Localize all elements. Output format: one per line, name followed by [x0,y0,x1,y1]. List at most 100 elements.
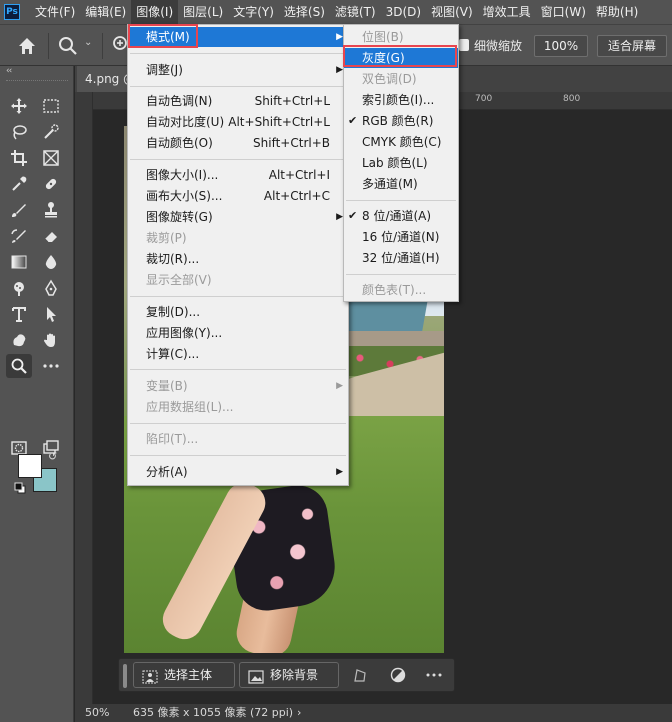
menu-3d[interactable]: 3D(D) [381,0,426,24]
menu-item-duplicate[interactable]: 复制(D)... [128,302,348,322]
adjustment-icon[interactable] [389,666,407,684]
marquee-tool-icon[interactable] [38,94,64,118]
more-options-icon[interactable] [425,666,443,684]
quick-selection-tool-icon[interactable] [38,120,64,144]
frame-tool-icon[interactable] [38,146,64,170]
dodge-tool-icon[interactable] [6,276,32,300]
zoom-percent-button[interactable]: 100% [534,35,588,57]
options-divider [102,33,103,59]
menu-filter[interactable]: 滤镜(T) [330,0,381,24]
submenu-arrow-icon: ▶ [336,65,343,75]
crop-tool-icon[interactable] [6,146,32,170]
photoshop-logo-icon: Ps [4,4,20,20]
menu-item-auto-color[interactable]: 自动颜色(O) Shift+Ctrl+B [128,133,348,153]
path-selection-tool-icon[interactable] [38,302,64,326]
menu-item-label: 图像旋转(G) [146,210,213,224]
type-tool-icon[interactable] [6,302,32,326]
menu-item-trim[interactable]: 裁切(R)... [128,249,348,269]
menu-item-label: 图像大小(I)... [146,168,219,182]
move-tool-icon[interactable] [6,94,32,118]
menu-item-label: 灰度(G) [362,51,405,65]
select-subject-icon [142,668,158,684]
mode-item-lab-color[interactable]: Lab 颜色(L) [344,153,458,173]
zoom-tool-icon[interactable] [6,354,32,378]
clone-stamp-tool-icon[interactable] [38,198,64,222]
menu-item-label: 裁切(R)... [146,252,200,266]
mode-item-8-bit[interactable]: ✔ 8 位/通道(A) [344,206,458,226]
menu-item-image-rotation[interactable]: 图像旋转(G) ▶ [128,207,348,227]
panel-grip[interactable] [6,80,68,83]
spot-healing-tool-icon[interactable] [38,172,64,196]
menu-separator [130,86,346,87]
history-brush-tool-icon[interactable] [6,224,32,248]
menu-item-analysis[interactable]: 分析(A) ▶ [128,462,348,482]
lasso-tool-icon[interactable] [6,120,32,144]
menu-layer[interactable]: 图层(L) [178,0,228,24]
zoom-tool-preset-icon[interactable] [58,35,78,57]
menu-item-auto-contrast[interactable]: 自动对比度(U) Alt+Shift+Ctrl+L [128,112,348,132]
menu-plugins[interactable]: 增效工具 [478,0,536,24]
scrubby-zoom-checkbox[interactable] [459,39,469,51]
menu-item-apply-image[interactable]: 应用图像(Y)... [128,323,348,343]
menu-item-image-size[interactable]: 图像大小(I)... Alt+Ctrl+I [128,165,348,185]
foreground-color-swatch[interactable] [18,454,42,478]
menu-type[interactable]: 文字(Y) [228,0,279,24]
contextual-task-bar: 选择主体 移除背景 [118,658,455,692]
brush-tool-icon[interactable] [6,198,32,222]
status-document-info: 635 像素 x 1055 像素 (72 ppi) [133,706,294,719]
status-bar: 50% 635 像素 x 1055 像素 (72 ppi) › [75,704,672,722]
menu-item-adjustments[interactable]: 调整(J) ▶ [128,60,348,80]
status-zoom-level[interactable]: 50% [85,704,109,722]
menu-separator [346,200,456,201]
custom-shape-tool-icon[interactable] [6,328,32,352]
menu-item-calculations[interactable]: 计算(C)... [128,344,348,364]
blur-tool-icon[interactable] [38,250,64,274]
mode-submenu: 位图(B) 灰度(G) 双色调(D) 索引颜色(I)... ✔ RGB 颜色(R… [343,24,459,302]
menu-item-auto-tone[interactable]: 自动色调(N) Shift+Ctrl+L [128,91,348,111]
fit-screen-button[interactable]: 适合屏幕 [597,35,667,57]
menu-separator [130,455,346,456]
menu-item-label: 应用图像(Y)... [146,326,223,340]
mode-item-indexed-color[interactable]: 索引颜色(I)... [344,90,458,110]
mode-item-32-bit[interactable]: 32 位/通道(H) [344,248,458,268]
menu-item-canvas-size[interactable]: 画布大小(S)... Alt+Ctrl+C [128,186,348,206]
mode-item-16-bit[interactable]: 16 位/通道(N) [344,227,458,247]
menu-item-label: 位图(B) [362,30,404,44]
home-icon[interactable] [14,34,40,58]
menu-item-label: RGB 颜色(R) [362,114,434,128]
eyedropper-tool-icon[interactable] [6,172,32,196]
menu-item-label: 变量(B) [146,379,188,393]
remove-background-label: 移除背景 [270,668,319,682]
menu-image[interactable]: 图像(I) [131,0,179,24]
more-tools-icon[interactable] [38,354,64,378]
menu-select[interactable]: 选择(S) [279,0,330,24]
menu-item-shortcut: Alt+Ctrl+I [268,168,330,182]
default-colors-icon[interactable] [14,482,26,494]
eraser-tool-icon[interactable] [38,224,64,248]
menu-item-label: 多通道(M) [362,177,418,191]
menu-item-crop: 裁剪(P) [128,228,348,248]
status-info-arrow[interactable]: › [297,704,301,722]
pen-tool-icon[interactable] [38,276,64,300]
menu-item-label: Lab 颜色(L) [362,156,428,170]
menu-file[interactable]: 文件(F) [30,0,80,24]
menu-item-mode[interactable]: 模式(M) ▶ [128,27,348,47]
taskbar-grip[interactable] [123,664,127,688]
gradient-tool-icon[interactable] [6,250,32,274]
menu-item-shortcut: Shift+Ctrl+B [253,136,330,150]
menu-item-label: 复制(D)... [146,305,201,319]
menu-view[interactable]: 视图(V) [426,0,478,24]
chevron-down-icon[interactable]: ⌄ [84,37,92,48]
mode-item-grayscale[interactable]: 灰度(G) [344,48,458,68]
mode-item-multichannel[interactable]: 多通道(M) [344,174,458,194]
hand-tool-icon[interactable] [38,328,64,352]
transform-icon[interactable] [351,666,369,684]
menu-edit[interactable]: 编辑(E) [80,0,131,24]
mode-item-rgb-color[interactable]: ✔ RGB 颜色(R) [344,111,458,131]
mode-item-cmyk-color[interactable]: CMYK 颜色(C) [344,132,458,152]
remove-background-button[interactable]: 移除背景 [239,662,339,688]
collapse-panel-icon[interactable]: ‹‹ [6,66,12,76]
menu-window[interactable]: 窗口(W) [536,0,591,24]
menu-help[interactable]: 帮助(H) [591,0,643,24]
select-subject-button[interactable]: 选择主体 [133,662,235,688]
